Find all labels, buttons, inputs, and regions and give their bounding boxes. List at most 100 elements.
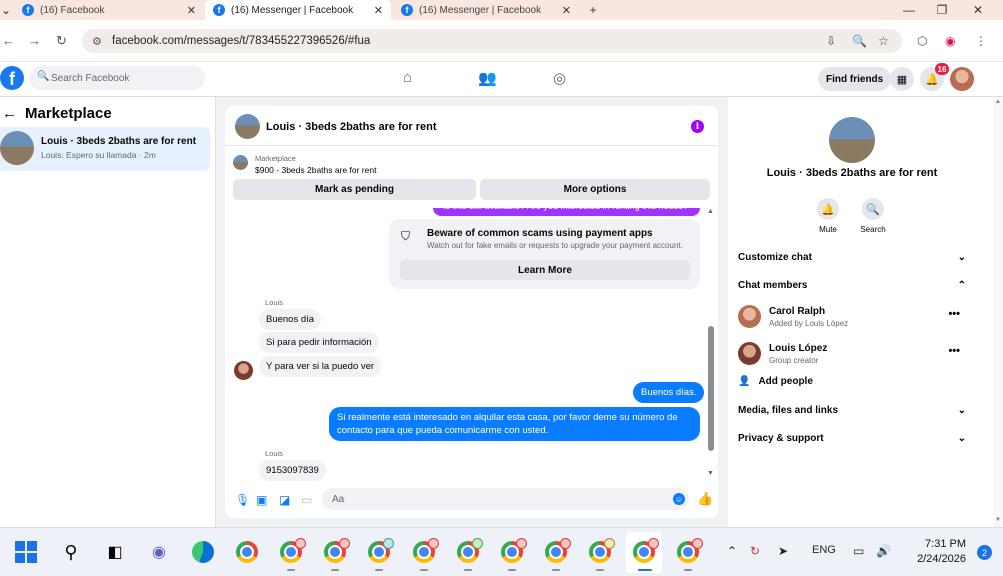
facebook-logo[interactable]: f — [0, 66, 24, 90]
chrome-profile-icon[interactable] — [323, 538, 350, 564]
tab-title: (16) Facebook — [40, 4, 105, 16]
photo-icon[interactable]: ▣ — [256, 493, 267, 507]
scroll-up-icon[interactable]: ▲ — [995, 99, 1001, 105]
chrome-profile-icon[interactable] — [588, 538, 615, 564]
zoom-icon[interactable]: 🔍 — [852, 34, 867, 48]
tab-search-icon[interactable]: ⌄ — [0, 0, 12, 20]
member-item[interactable]: Carol Ralph Added by Louis López ••• — [738, 302, 966, 332]
chrome-profile-icon[interactable] — [279, 538, 306, 564]
language-indicator[interactable]: ENG — [812, 544, 836, 556]
running-indicator — [552, 569, 560, 571]
account-avatar[interactable] — [950, 67, 974, 91]
more-options-icon[interactable]: ••• — [948, 308, 960, 320]
more-options-button[interactable]: More options — [480, 179, 710, 200]
search-icon[interactable]: 🔍 — [862, 198, 884, 220]
search-action[interactable]: 🔍 Search — [853, 198, 893, 234]
bell-icon[interactable]: 🔔 — [817, 198, 839, 220]
add-people-button[interactable]: 👤 Add people — [738, 376, 813, 387]
more-options-icon[interactable]: ••• — [948, 345, 960, 357]
close-icon[interactable]: ✕ — [562, 4, 571, 17]
site-info-icon[interactable]: ⚙ — [92, 35, 102, 48]
close-icon[interactable]: ✕ — [187, 4, 196, 17]
search-placeholder: Search Facebook — [51, 72, 130, 84]
bookmark-star-icon[interactable]: ☆ — [878, 34, 889, 48]
incoming-message-bubble: Buenos día — [259, 309, 322, 330]
friends-icon[interactable]: 👥 — [478, 69, 497, 87]
back-icon[interactable]: ← — [2, 33, 15, 48]
info-icon[interactable]: i — [691, 120, 704, 133]
microphone-icon[interactable]: 🎙 — [235, 493, 250, 507]
teams-icon[interactable]: ◉ — [147, 540, 171, 564]
listing-title[interactable]: $900 - 3beds 2baths are for rent — [255, 165, 376, 175]
pane-title: ← Marketplace — [2, 105, 112, 122]
chrome-profile-icon[interactable] — [367, 538, 394, 564]
tab-facebook[interactable]: f (16) Facebook ✕ — [14, 0, 204, 20]
extension-icon[interactable]: ⬡ — [917, 34, 927, 48]
sender-avatar[interactable] — [234, 361, 253, 380]
chrome-profile-icon[interactable] — [456, 538, 483, 564]
forward-icon[interactable]: → — [28, 33, 41, 48]
update-icon[interactable]: ↻ — [750, 544, 760, 558]
back-arrow-icon[interactable]: ← — [2, 105, 17, 122]
member-item[interactable]: Louis López Group creator ••• — [738, 339, 966, 369]
chrome-profile-icon-active[interactable] — [632, 538, 659, 564]
show-hidden-icons-icon[interactable]: ⌃ — [727, 544, 737, 558]
facebook-search-input[interactable]: 🔍 Search Facebook — [29, 66, 205, 90]
page-scrollbar[interactable]: ▲ ▼ — [994, 97, 1003, 527]
outgoing-message-bubble: Buenos días. — [633, 382, 705, 403]
privacy-support-section[interactable]: Privacy & support ⌄ — [738, 433, 966, 444]
home-icon[interactable]: ⌂ — [403, 69, 412, 86]
chrome-profile-icon[interactable] — [676, 538, 703, 564]
menu-grid-icon[interactable]: ▦ — [890, 67, 914, 91]
listing-thumbnail[interactable] — [233, 155, 248, 170]
restore-icon[interactable]: ❐ — [934, 0, 950, 20]
sticker-icon[interactable]: ◪ — [279, 493, 290, 507]
new-tab-icon[interactable]: + — [586, 0, 600, 20]
notification-center-badge[interactable]: 2 — [977, 545, 992, 560]
close-icon[interactable]: ✕ — [374, 4, 383, 17]
media-files-section[interactable]: Media, files and links ⌄ — [738, 405, 966, 416]
volume-icon[interactable]: 🔊 — [876, 544, 891, 558]
chat-thumbnail[interactable] — [235, 114, 260, 139]
window-close-icon[interactable]: ✕ — [970, 0, 986, 20]
chrome-profile-icon[interactable] — [412, 538, 439, 564]
running-indicator — [684, 569, 692, 571]
windows-start-icon[interactable] — [14, 540, 38, 564]
chrome-profile-icon[interactable] — [544, 538, 571, 564]
scroll-down-icon[interactable]: ▼ — [995, 517, 1001, 523]
tab-messenger[interactable]: f (16) Messenger | Facebook ✕ — [393, 0, 579, 20]
scrollbar-thumb[interactable] — [708, 326, 714, 451]
chat-members-section[interactable]: Chat members ⌃ — [738, 280, 966, 291]
install-app-icon[interactable]: ⇩ — [826, 34, 836, 48]
thread-item[interactable]: Louis · 3beds 2baths are for rent Louis:… — [0, 127, 210, 171]
chrome-icon[interactable] — [235, 540, 259, 564]
scroll-up-icon[interactable]: ▲ — [707, 208, 714, 215]
system-clock[interactable]: 7:31 PM 2/24/2026 — [896, 537, 966, 567]
minimize-icon[interactable]: — — [901, 0, 917, 20]
conversation-photo[interactable] — [829, 117, 875, 163]
tab-messenger-active[interactable]: f (16) Messenger | Facebook ✕ — [205, 0, 391, 20]
groups-icon[interactable]: ◎ — [553, 69, 566, 87]
reload-icon[interactable]: ↻ — [56, 33, 67, 49]
learn-more-button[interactable]: Learn More — [400, 260, 690, 280]
scroll-down-icon[interactable]: ▼ — [707, 470, 714, 477]
mute-action[interactable]: 🔔 Mute — [808, 198, 848, 234]
mark-as-pending-button[interactable]: Mark as pending — [233, 179, 476, 200]
find-friends-button[interactable]: Find friends — [818, 67, 892, 91]
emoji-icon[interactable]: ☺ — [673, 493, 685, 505]
address-bar[interactable]: ⚙ facebook.com/messages/t/78345522739652… — [82, 29, 902, 53]
search-icon[interactable]: ⚲ — [59, 540, 83, 564]
display-icon[interactable]: ▭ — [853, 544, 864, 558]
location-icon[interactable]: ➤ — [778, 544, 788, 558]
gif-icon[interactable]: ▭ — [301, 493, 312, 507]
customize-chat-section[interactable]: Customize chat ⌄ — [738, 252, 966, 263]
task-view-icon[interactable]: ◧ — [103, 540, 127, 564]
menu-kebab-icon[interactable]: ⋮ — [975, 34, 987, 48]
message-input[interactable]: Aa — [322, 488, 689, 510]
chat-title[interactable]: Louis · 3beds 2baths are for rent — [266, 121, 437, 133]
edge-icon[interactable] — [191, 540, 215, 564]
section-label: Chat members — [738, 280, 808, 291]
chrome-profile-icon[interactable] — [500, 538, 527, 564]
thumbs-up-icon[interactable]: 👍 — [697, 491, 713, 507]
profile-icon[interactable]: ◉ — [945, 34, 955, 48]
